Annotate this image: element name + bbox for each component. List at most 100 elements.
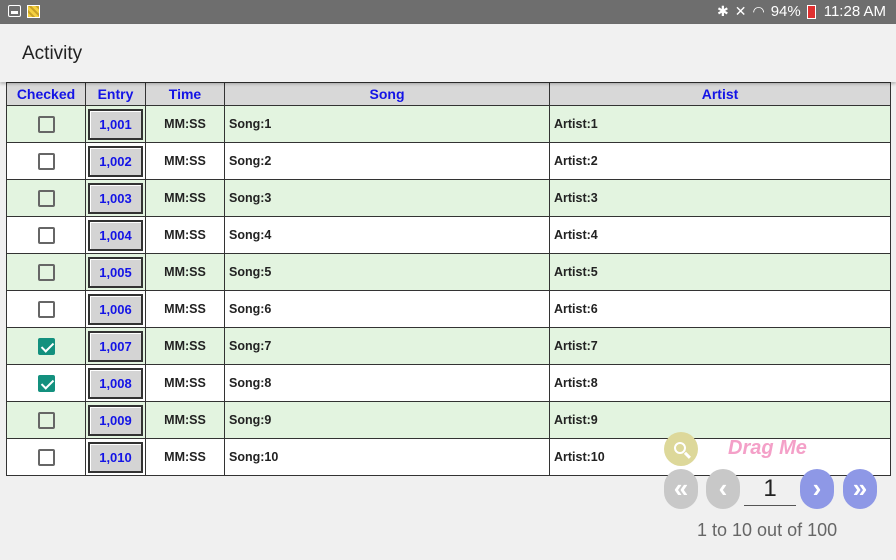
page-number-input[interactable] xyxy=(744,472,796,506)
next-page-button[interactable]: › xyxy=(800,469,834,509)
artist-cell: Artist:2 xyxy=(549,142,891,180)
time-cell: MM:SS xyxy=(145,105,225,143)
entry-cell: 1,007 xyxy=(85,327,146,365)
checked-cell xyxy=(6,142,86,180)
column-header-artist[interactable]: Artist xyxy=(549,82,891,106)
time-cell: MM:SS xyxy=(145,290,225,328)
checked-cell xyxy=(6,216,86,254)
entry-button[interactable]: 1,008 xyxy=(88,367,143,399)
row-checkbox[interactable] xyxy=(37,374,55,392)
image-icon xyxy=(27,5,40,18)
artist-cell: Artist:9 xyxy=(549,401,891,439)
column-header-checked[interactable]: Checked xyxy=(6,82,86,106)
checked-cell xyxy=(6,179,86,217)
table-header: Checked Entry Time Song Artist xyxy=(6,82,891,106)
previous-page-button[interactable]: ‹ xyxy=(706,469,740,509)
mute-icon: ✕ xyxy=(734,3,747,19)
battery-percent: 94% xyxy=(770,3,801,20)
entry-button[interactable]: 1,003 xyxy=(88,182,143,214)
song-cell: Song:7 xyxy=(224,327,550,365)
entry-button[interactable]: 1,009 xyxy=(88,404,143,436)
table-row: 1,002 MM:SS Song:2 Artist:2 xyxy=(6,142,891,180)
checked-cell xyxy=(6,290,86,328)
row-checkbox[interactable] xyxy=(37,189,55,207)
entry-button[interactable]: 1,004 xyxy=(88,219,143,251)
row-checkbox[interactable] xyxy=(37,152,55,170)
artist-cell: Artist:6 xyxy=(549,290,891,328)
artist-cell: Artist:1 xyxy=(549,105,891,143)
row-checkbox[interactable] xyxy=(37,263,55,281)
table-row: 1,008 MM:SS Song:8 Artist:8 xyxy=(6,364,891,402)
song-cell: Song:6 xyxy=(224,290,550,328)
row-checkbox[interactable] xyxy=(37,115,55,133)
song-cell: Song:4 xyxy=(224,216,550,254)
clock: 11:28 AM xyxy=(823,3,886,20)
entry-button[interactable]: 1,001 xyxy=(88,108,143,140)
entry-button[interactable]: 1,007 xyxy=(88,330,143,362)
row-checkbox[interactable] xyxy=(37,226,55,244)
column-header-time[interactable]: Time xyxy=(145,82,225,106)
table-row: 1,009 MM:SS Song:9 Artist:9 xyxy=(6,401,891,439)
checked-cell xyxy=(6,401,86,439)
table-row: 1,007 MM:SS Song:7 Artist:7 xyxy=(6,327,891,365)
song-cell: Song:2 xyxy=(224,142,550,180)
entry-cell: 1,010 xyxy=(85,438,146,476)
last-page-button[interactable]: » xyxy=(843,469,877,509)
row-checkbox[interactable] xyxy=(37,411,55,429)
action-bar: Activity xyxy=(0,24,896,82)
drag-handle[interactable]: Drag Me xyxy=(728,437,807,460)
checked-cell xyxy=(6,438,86,476)
screenshot-icon xyxy=(8,5,21,17)
song-cell: Song:1 xyxy=(224,105,550,143)
song-cell: Song:10 xyxy=(224,438,550,476)
song-cell: Song:9 xyxy=(224,401,550,439)
system-icons: ✱ ✕ ◠ 94% 11:28 AM xyxy=(717,3,886,20)
search-button[interactable] xyxy=(664,432,698,466)
time-cell: MM:SS xyxy=(145,142,225,180)
entry-cell: 1,009 xyxy=(85,401,146,439)
entry-cell: 1,004 xyxy=(85,216,146,254)
entry-cell: 1,005 xyxy=(85,253,146,291)
time-cell: MM:SS xyxy=(145,216,225,254)
entry-button[interactable]: 1,006 xyxy=(88,293,143,325)
checked-cell xyxy=(6,364,86,402)
table-row: 1,003 MM:SS Song:3 Artist:3 xyxy=(6,179,891,217)
entry-button[interactable]: 1,005 xyxy=(88,256,143,288)
artist-cell: Artist:8 xyxy=(549,364,891,402)
row-checkbox[interactable] xyxy=(37,337,55,355)
column-header-song[interactable]: Song xyxy=(224,82,550,106)
time-cell: MM:SS xyxy=(145,438,225,476)
table-row: 1,004 MM:SS Song:4 Artist:4 xyxy=(6,216,891,254)
checked-cell xyxy=(6,253,86,291)
status-bar: ✱ ✕ ◠ 94% 11:28 AM xyxy=(0,0,896,24)
artist-cell: Artist:4 xyxy=(549,216,891,254)
entry-cell: 1,006 xyxy=(85,290,146,328)
entry-cell: 1,002 xyxy=(85,142,146,180)
entry-cell: 1,008 xyxy=(85,364,146,402)
time-cell: MM:SS xyxy=(145,179,225,217)
first-page-button[interactable]: « xyxy=(664,469,698,509)
song-cell: Song:8 xyxy=(224,364,550,402)
row-checkbox[interactable] xyxy=(37,448,55,466)
artist-cell: Artist:7 xyxy=(549,327,891,365)
bluetooth-icon: ✱ xyxy=(717,3,729,19)
wifi-icon: ◠ xyxy=(752,3,765,19)
time-cell: MM:SS xyxy=(145,364,225,402)
page-title: Activity xyxy=(22,43,83,64)
entry-cell: 1,003 xyxy=(85,179,146,217)
entry-button[interactable]: 1,002 xyxy=(88,145,143,177)
battery-icon xyxy=(806,4,816,19)
activity-table: Checked Entry Time Song Artist 1,001 MM:S… xyxy=(6,82,891,476)
checked-cell xyxy=(6,327,86,365)
search-icon xyxy=(673,441,686,454)
table-row: 1,006 MM:SS Song:6 Artist:6 xyxy=(6,290,891,328)
checked-cell xyxy=(6,105,86,143)
column-header-entry[interactable]: Entry xyxy=(85,82,146,106)
entry-button[interactable]: 1,010 xyxy=(88,441,143,473)
row-checkbox[interactable] xyxy=(37,300,55,318)
time-cell: MM:SS xyxy=(145,401,225,439)
table-row: 1,001 MM:SS Song:1 Artist:1 xyxy=(6,105,891,143)
page-status: 1 to 10 out of 100 xyxy=(697,520,838,540)
time-cell: MM:SS xyxy=(145,327,225,365)
artist-cell: Artist:5 xyxy=(549,253,891,291)
